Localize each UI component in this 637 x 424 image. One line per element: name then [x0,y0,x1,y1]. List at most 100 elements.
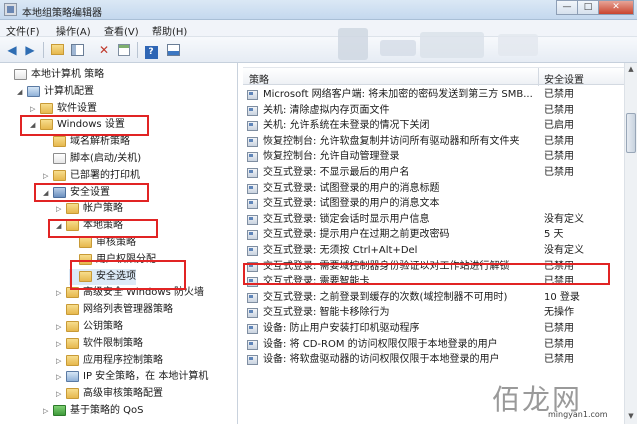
scroll-down-arrow-icon[interactable]: ▼ [625,410,637,423]
policy-name: 设备: 防止用户安装打印机驱动程序 [263,323,420,334]
tree-expander-icon[interactable]: ▷ [56,386,65,402]
policy-name: 交互式登录: 试图登录的用户的消息文本 [263,198,440,210]
policy-row[interactable]: 恢复控制台: 允许软盘复制并访问所有驱动器和所有文件夹 已禁用 [243,134,624,150]
folder-icon [66,203,79,215]
tree-node-label: 帐户策略 [83,203,123,215]
policy-setting: 已禁用 [544,89,574,100]
tree-node[interactable]: ▷ 基于策略的 QoS [43,403,144,419]
show-hide-tree-icon[interactable] [69,42,85,58]
folder-icon [40,102,53,114]
minimize-button[interactable]: — [556,0,578,15]
policy-icon [247,292,258,303]
policy-icon [247,183,258,194]
maximize-button[interactable]: □ [577,0,599,15]
policy-setting: 10 登录 [544,291,580,303]
policy-row[interactable]: 设备: 将软盘驱动器的访问权限仅限于本地登录的用户 已禁用 [243,352,624,368]
policy-row[interactable]: 交互式登录: 锁定会话时显示用户信息 没有定义 [243,212,624,228]
back-arrow-icon[interactable]: ◀ [4,42,20,58]
delete-icon[interactable]: ✕ [96,42,112,58]
folder-icon [79,237,92,248]
tree-node[interactable]: ▷ 高级审核策略配置 [56,386,163,402]
tree-node[interactable]: ▷ 应用程序控制策略 [56,353,163,369]
app-icon [4,3,17,16]
column-divider[interactable] [538,68,539,86]
tree-expander-icon[interactable]: ▷ [43,168,52,184]
column-header-policy[interactable]: 策略 [249,71,269,86]
tree-node[interactable]: ▷ 公钥策略 [56,319,123,335]
help-icon[interactable]: ? [143,42,159,59]
obscured-region [498,34,538,56]
folder-icon [66,337,79,349]
tree-node[interactable]: ▷ 帐户策略 [56,201,123,217]
tree-node-label: 审核策略 [96,237,136,248]
tree-expander-icon[interactable]: ▷ [56,201,65,217]
menu-file[interactable]: 文件(F) [6,23,40,38]
tree-node[interactable]: ▷ 已部署的打印机 [43,168,140,184]
tree-node-label: 公钥策略 [83,321,123,332]
policy-row[interactable]: 设备: 将 CD-ROM 的访问权限仅限于本地登录的用户 已禁用 [243,337,624,353]
list-header: 策略 安全设置 [243,67,624,86]
policy-icon [247,90,258,100]
tree-node[interactable]: 域名解析策略 [43,134,130,150]
highlight-windows-settings [20,115,149,136]
policy-row[interactable]: 恢复控制台: 允许自动管理登录 已禁用 [243,149,624,165]
export-list-icon[interactable] [116,42,132,58]
menu-bar: 文件(F) 操作(A) 查看(V) 帮助(H) [0,20,637,38]
policy-name: 交互式登录: 锁定会话时显示用户信息 [263,213,430,225]
policy-name: 设备: 将软盘驱动器的访问权限仅限于本地登录的用户 [263,354,500,366]
tree-node[interactable]: 本地计算机 策略 [4,67,104,83]
policy-name: 交互式登录: 智能卡移除行为 [263,307,390,319]
policy-row[interactable]: 设备: 防止用户安装打印机驱动程序 已禁用 [243,321,624,337]
policy-row[interactable]: 交互式登录: 智能卡移除行为 无操作 [243,305,624,321]
tree-node[interactable]: ▷ IP 安全策略，在 本地计算机 [56,369,208,385]
up-folder-icon[interactable] [49,42,65,58]
policy-row[interactable]: 关机: 清除虚拟内存页面文件 已禁用 [243,103,624,119]
folder-icon [66,304,79,316]
policy-row[interactable]: 交互式登录: 不显示最后的用户名 已禁用 [243,165,624,181]
tree-expander-icon[interactable]: ▷ [43,403,52,419]
tree-expander-icon[interactable]: ▷ [56,369,65,385]
highlight-security-settings [34,183,149,202]
tree-node-label: 计算机配置 [44,85,94,97]
policy-name: 交互式登录: 无须按 Ctrl+Alt+Del [263,245,418,256]
tree-node[interactable]: 脚本(启动/关机) [43,151,141,167]
policy-row[interactable]: 交互式登录: 试图登录的用户的消息文本 [243,196,624,212]
tree-expander-icon[interactable]: ▷ [56,319,65,335]
policy-row[interactable]: Microsoft 网络客户端: 将未加密的密码发送到第三方 SMB... 已禁用 [243,87,624,103]
tree-expander-icon[interactable]: ◢ [17,84,26,100]
scroll-up-arrow-icon[interactable]: ▲ [625,63,637,76]
tree-node-label: 软件设置 [57,102,97,114]
toolbar: ◀ ▶ ✕ ? [0,37,637,63]
policy-setting: 已禁用 [544,167,574,178]
policy-icon [247,339,258,350]
scroll-thumb[interactable] [626,113,636,153]
menu-help[interactable]: 帮助(H) [152,23,187,38]
close-button[interactable]: ✕ [598,0,634,15]
forward-arrow-icon[interactable]: ▶ [22,42,38,58]
folder-icon [53,169,66,181]
tree-node[interactable]: ◢ 计算机配置 [17,84,94,100]
list-scrollbar[interactable]: ▲ ▼ [624,63,637,424]
policy-name: 交互式登录: 不显示最后的用户名 [263,167,410,178]
tree-node-label: 网络列表管理器策略 [83,304,173,316]
policy-row[interactable]: 关机: 允许系统在未登录的情况下关闭 已启用 [243,118,624,134]
menu-action[interactable]: 操作(A) [56,23,91,38]
tree-expander-icon[interactable]: ▷ [56,285,65,301]
properties-icon[interactable] [165,42,181,58]
tree-node-label: 高级审核策略配置 [83,388,163,400]
policy-setting: 没有定义 [544,245,584,256]
policy-row[interactable]: 交互式登录: 提示用户在过期之前更改密码 5 天 [243,227,624,243]
menu-view[interactable]: 查看(V) [104,23,139,38]
tree-expander-icon[interactable]: ▷ [56,353,65,369]
column-header-setting[interactable]: 安全设置 [544,71,584,86]
obscured-region [380,40,416,56]
tree-node-label: 基于策略的 QoS [70,405,144,416]
tree-node-label: IP 安全策略，在 本地计算机 [83,371,209,383]
tree-node[interactable]: ▷ 软件限制策略 [56,336,143,352]
policy-row[interactable]: 交互式登录: 试图登录的用户的消息标题 [243,181,624,197]
policy-row[interactable]: 交互式登录: 之前登录到缓存的次数(域控制器不可用时) 10 登录 [243,290,624,306]
tree-node[interactable]: 网络列表管理器策略 [56,302,173,318]
policy-row[interactable]: 交互式登录: 无须按 Ctrl+Alt+Del 没有定义 [243,243,624,259]
policy-setting: 已禁用 [544,323,574,334]
tree-expander-icon[interactable]: ▷ [56,336,65,352]
